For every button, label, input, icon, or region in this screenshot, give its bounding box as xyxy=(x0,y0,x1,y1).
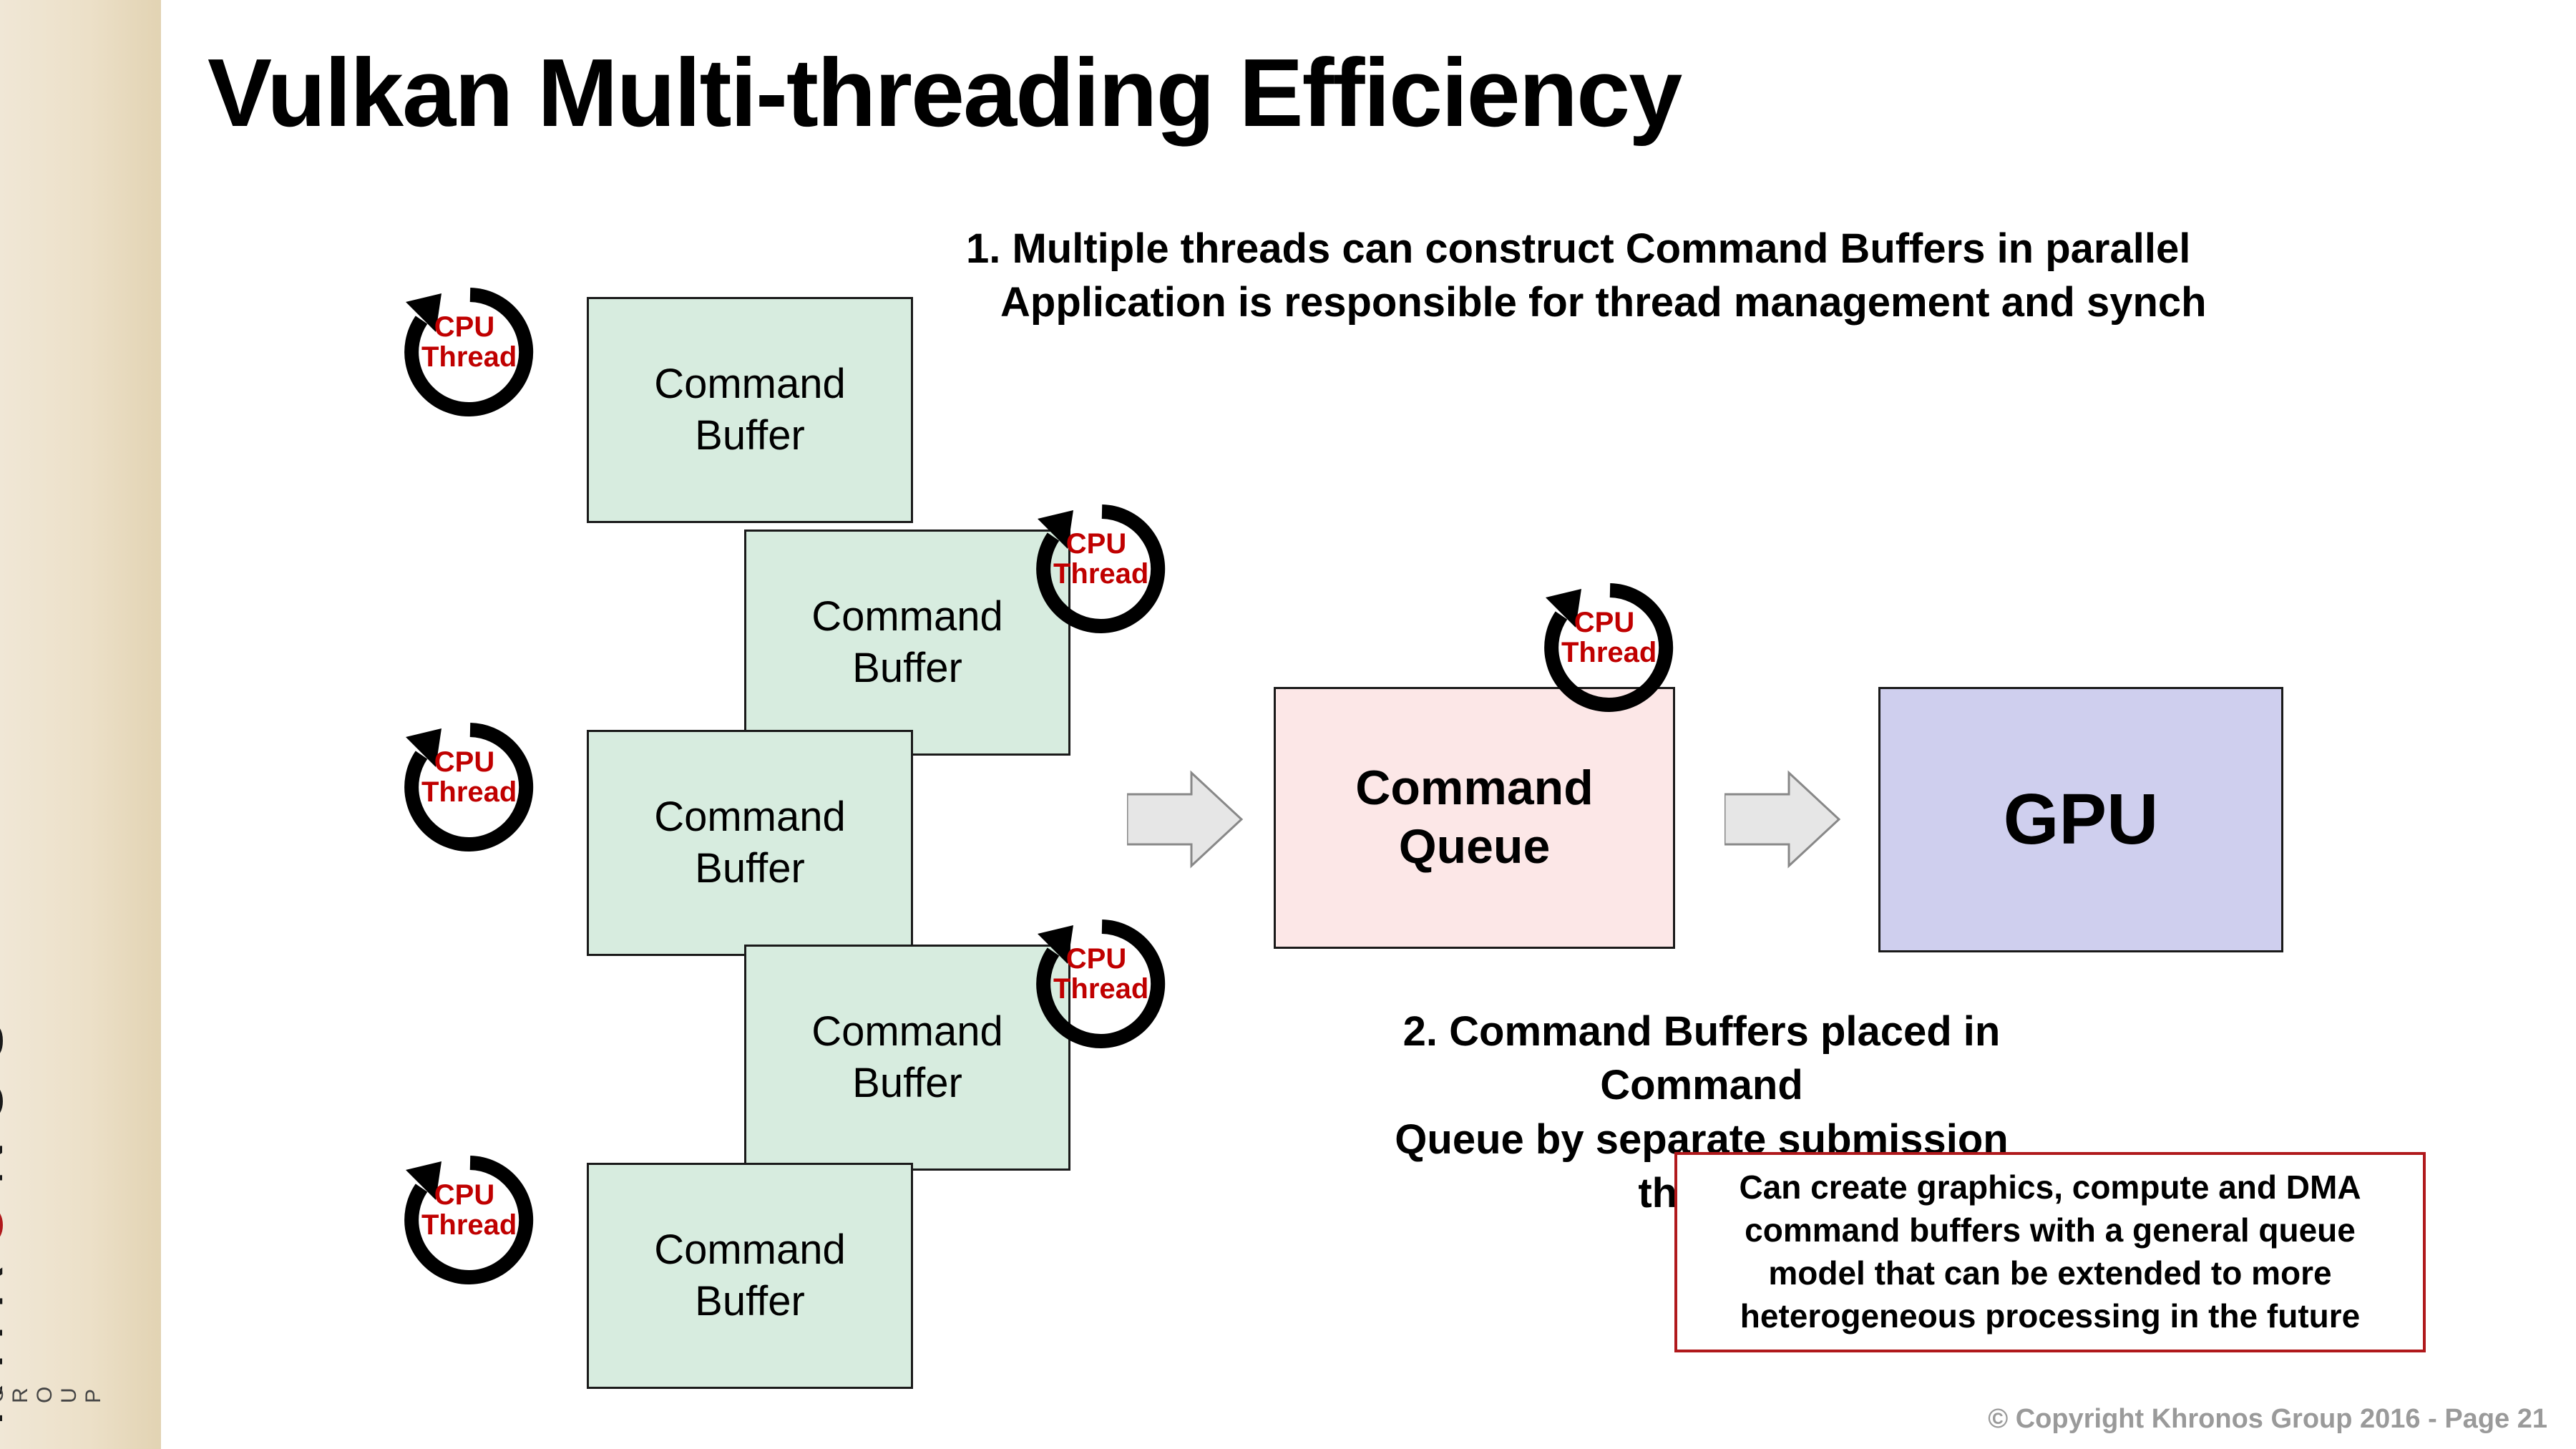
logo-group: G R O U P xyxy=(0,1348,106,1403)
cpu-l2: Thread xyxy=(1053,973,1148,1005)
logo-nos: NOS xyxy=(0,1005,16,1185)
cmdbuf-l2: Buffer xyxy=(852,643,962,695)
command-buffer-box-1: Command Buffer xyxy=(587,297,913,523)
cpu-l2: Thread xyxy=(1561,637,1657,668)
cmdbuf-l1: Command xyxy=(654,1224,846,1277)
cpu-l1: CPU xyxy=(434,1179,494,1211)
cpu-l1: CPU xyxy=(1066,528,1126,560)
command-queue-box: Command Queue xyxy=(1274,687,1675,949)
cmdbuf-l1: Command xyxy=(654,791,846,844)
cmdbuf-l1: Command xyxy=(811,1006,1003,1058)
command-buffer-box-3: Command Buffer xyxy=(587,730,913,956)
cpu-thread-icon-4: CPUThread xyxy=(1030,912,1152,1034)
arrow-buffers-to-queue xyxy=(1127,766,1249,873)
cmdbuf-l1: Command xyxy=(811,591,1003,643)
cpu-thread-icon-5: CPUThread xyxy=(399,1148,520,1270)
step1-line2: Application is responsible for thread ma… xyxy=(966,275,2207,329)
step2-line1: 2. Command Buffers placed in Command xyxy=(1344,1005,2059,1113)
cpu-l2: Thread xyxy=(421,1209,517,1241)
arrow-queue-to-gpu xyxy=(1724,766,1846,873)
cpu-thread-icon-1: CPUThread xyxy=(399,280,520,402)
command-buffer-box-2: Command Buffer xyxy=(744,530,1070,756)
cpu-l2: Thread xyxy=(421,776,517,808)
cpu-thread-icon-2: CPUThread xyxy=(1030,497,1152,619)
command-buffer-box-5: Command Buffer xyxy=(587,1163,913,1389)
cmdq-l1: Command xyxy=(1355,759,1593,818)
gpu-box: GPU xyxy=(1878,687,2283,952)
cpu-l2: Thread xyxy=(1053,558,1148,590)
cpu-l1: CPU xyxy=(1574,607,1634,638)
note-box: Can create graphics, compute and DMA com… xyxy=(1674,1152,2426,1352)
cpu-l1: CPU xyxy=(434,746,494,778)
cpu-thread-icon-queue: CPUThread xyxy=(1538,576,1660,698)
step1-line1: 1. Multiple threads can construct Comman… xyxy=(966,222,2207,275)
sidebar: KHRONOS™ G R O U P xyxy=(0,0,161,1449)
page-title: Vulkan Multi-threading Efficiency xyxy=(208,37,1681,148)
cmdq-l2: Queue xyxy=(1399,818,1551,877)
cpu-l1: CPU xyxy=(1066,943,1126,975)
cpu-l2: Thread xyxy=(421,341,517,373)
logo-o: O xyxy=(0,1186,16,1249)
cmdbuf-l2: Buffer xyxy=(852,1058,962,1110)
cmdbuf-l2: Buffer xyxy=(695,410,805,462)
cmdbuf-l2: Buffer xyxy=(695,1276,805,1328)
command-buffer-box-4: Command Buffer xyxy=(744,945,1070,1171)
cpu-l1: CPU xyxy=(434,311,494,343)
footer-copyright: © Copyright Khronos Group 2016 - Page 21 xyxy=(1988,1404,2547,1435)
cmdbuf-l2: Buffer xyxy=(695,843,805,895)
cpu-thread-icon-3: CPUThread xyxy=(399,716,520,837)
cmdbuf-l1: Command xyxy=(654,358,846,411)
gpu-label: GPU xyxy=(2004,779,2159,861)
step-1-text: 1. Multiple threads can construct Comman… xyxy=(966,222,2207,330)
